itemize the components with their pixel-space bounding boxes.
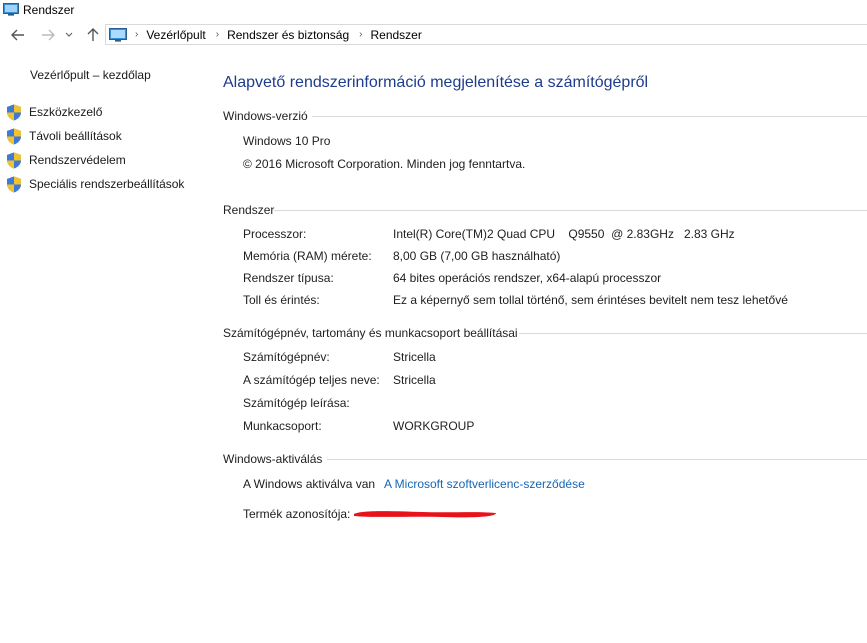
breadcrumb-separator: ›	[359, 29, 363, 40]
full-computer-name-value: Stricella	[393, 373, 436, 387]
address-bar[interactable]: › Vezérlőpult › Rendszer és biztonság › …	[105, 24, 867, 45]
system-type-value: 64 bites operációs rendszer, x64-alapú p…	[393, 271, 662, 285]
section-title-system: Rendszer	[223, 203, 275, 217]
system-type-label: Rendszer típusa:	[243, 271, 334, 285]
section-title-activation: Windows-aktiválás	[223, 452, 323, 466]
forward-button[interactable]	[38, 25, 58, 45]
product-id-label: Termék azonosítója:	[243, 507, 351, 521]
memory-label: Memória (RAM) mérete:	[243, 249, 372, 263]
shield-icon	[7, 152, 21, 168]
section-divider	[274, 210, 867, 211]
forward-arrow-icon	[42, 29, 55, 41]
computer-name-label: Számítógépnév:	[243, 350, 330, 364]
section-divider	[312, 116, 867, 117]
breadcrumb-separator: ›	[135, 29, 139, 40]
sidebar-item-remote-settings[interactable]: Távoli beállítások	[6, 127, 122, 145]
navigation-bar: › Vezérlőpult › Rendszer és biztonság › …	[0, 23, 867, 47]
up-arrow-icon	[87, 28, 99, 41]
page-title: Alapvető rendszerinformáció megjelenítés…	[223, 74, 649, 91]
title-bar: Rendszer	[0, 0, 867, 22]
monitor-icon	[3, 3, 19, 16]
workgroup-label: Munkacsoport:	[243, 419, 322, 433]
back-button[interactable]	[8, 25, 28, 45]
license-terms-link[interactable]: A Microsoft szoftverlicenc-szerződése	[384, 477, 585, 491]
sidebar-item-device-manager[interactable]: Eszközkezelő	[6, 103, 102, 121]
control-panel-home-link[interactable]: Vezérlőpult – kezdőlap	[30, 68, 151, 82]
chevron-down-icon	[65, 32, 73, 37]
sidebar-item-advanced-settings[interactable]: Speciális rendszerbeállítások	[6, 175, 184, 193]
computer-description-label: Számítógép leírása:	[243, 396, 350, 410]
workgroup-value: WORKGROUP	[393, 419, 475, 433]
processor-value: Intel(R) Core(TM)2 Quad CPU Q9550 @ 2.83…	[393, 227, 735, 241]
breadcrumb-system[interactable]: Rendszer	[370, 28, 421, 42]
full-computer-name-label: A számítógép teljes neve:	[243, 373, 380, 387]
back-arrow-icon	[11, 29, 24, 41]
section-divider	[327, 459, 867, 460]
recent-locations-button[interactable]	[62, 25, 76, 45]
sidebar-item-label: Távoli beállítások	[29, 129, 122, 143]
shield-icon	[7, 104, 21, 120]
product-id-redaction	[354, 511, 496, 518]
pen-touch-label: Toll és érintés:	[243, 293, 320, 307]
pen-touch-value: Ez a képernyő sem tollal történő, sem ér…	[393, 293, 788, 307]
computer-name-value: Stricella	[393, 350, 436, 364]
sidebar-item-label: Eszközkezelő	[29, 105, 103, 119]
section-title-computer-name: Számítógépnév, tartomány és munkacsoport…	[223, 326, 518, 340]
window-title: Rendszer	[23, 3, 75, 17]
memory-value: 8,00 GB (7,00 GB használható)	[393, 249, 561, 263]
breadcrumb-separator: ›	[215, 29, 220, 40]
sidebar-item-label: Rendszervédelem	[29, 153, 126, 167]
sidebar-item-label: Speciális rendszerbeállítások	[29, 177, 185, 191]
control-panel-icon	[109, 27, 127, 42]
shield-icon	[7, 128, 21, 144]
section-title-windows-version: Windows-verzió	[223, 109, 308, 123]
copyright-text: © 2016 Microsoft Corporation. Minden jog…	[243, 157, 526, 171]
shield-icon	[7, 176, 21, 192]
sidebar-item-system-protection[interactable]: Rendszervédelem	[6, 151, 126, 169]
processor-label: Processzor:	[243, 227, 307, 241]
breadcrumb-control-panel[interactable]: Vezérlőpult	[146, 28, 205, 42]
breadcrumb-system-security[interactable]: Rendszer és biztonság	[227, 28, 349, 42]
section-divider	[519, 333, 867, 334]
windows-edition: Windows 10 Pro	[243, 134, 331, 148]
up-button[interactable]	[83, 25, 103, 45]
activation-status: A Windows aktiválva van	[243, 477, 376, 491]
